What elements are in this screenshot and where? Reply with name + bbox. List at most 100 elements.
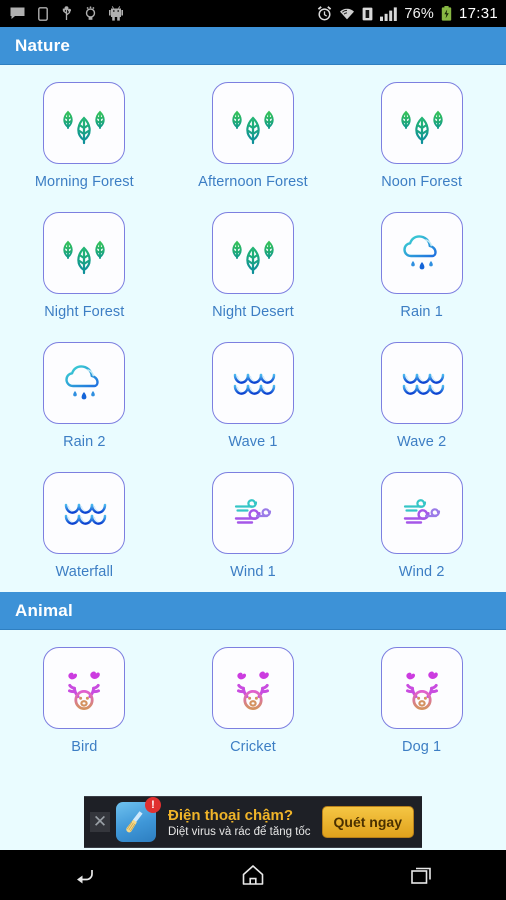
animal-grid: Bird Cricket Dog 1	[0, 630, 506, 760]
leaves-icon	[232, 240, 274, 275]
wind-swirl-icon	[234, 499, 272, 524]
leaves-icon	[63, 110, 106, 145]
waves-icon	[233, 373, 276, 395]
sound-card[interactable]	[43, 472, 126, 554]
grid-item-waterfall[interactable]: Waterfall	[0, 455, 169, 585]
ad-close-button[interactable]: ✕	[90, 812, 110, 832]
leaves-icon	[400, 110, 443, 145]
grid-item-rain-1[interactable]: Rain 1	[337, 195, 506, 325]
alarm-clock-icon	[318, 6, 332, 21]
waves-icon	[65, 503, 107, 525]
status-bar-right-icons: 76% 17:31	[317, 5, 498, 22]
grid-item-wind-1[interactable]: Wind 1	[169, 455, 338, 585]
waves-icon	[402, 373, 444, 395]
ad-cta-button[interactable]: Quét ngay	[321, 806, 414, 838]
grid-item-cricket[interactable]: Cricket	[169, 630, 338, 760]
grid-item-wave-1[interactable]: Wave 1	[169, 325, 338, 455]
grid-item-afternoon-forest[interactable]: Afternoon Forest	[169, 65, 338, 195]
ad-headline: Điện thoại chậm?	[168, 806, 294, 824]
grid-item-rain-2[interactable]: Rain 2	[0, 325, 169, 455]
item-label: Wave 2	[397, 434, 447, 450]
wifi-icon	[340, 8, 355, 20]
grid-item-dog-1[interactable]: Dog 1	[337, 630, 506, 760]
section-header-animal: Animal	[0, 592, 506, 630]
android-robot-icon	[109, 6, 123, 21]
item-label: Wave 1	[228, 434, 278, 450]
bulb-icon	[85, 6, 96, 20]
sound-card[interactable]	[43, 647, 126, 729]
sound-card[interactable]	[380, 212, 463, 294]
item-label: Bird	[71, 739, 98, 755]
back-button[interactable]	[54, 850, 114, 900]
grid-bottom-spacer	[0, 585, 506, 592]
item-label: Rain 1	[400, 304, 443, 320]
ad-text-block: Điện thoại chậm? Diệt virus và rác để tă…	[168, 807, 311, 838]
grid-item-wind-2[interactable]: Wind 2	[337, 455, 506, 585]
battery-charging-icon	[441, 6, 452, 21]
sim-signal-icon	[362, 7, 373, 20]
leaves-icon	[232, 110, 274, 145]
item-label: Night Desert	[212, 304, 294, 320]
deer-bird-icon	[236, 671, 269, 711]
item-label: Night Forest	[44, 304, 125, 320]
grid-item-bird[interactable]: Bird	[0, 630, 169, 760]
item-label: Afternoon Forest	[198, 174, 308, 190]
item-label: Rain 2	[63, 434, 106, 450]
message-icon	[10, 7, 25, 19]
home-icon	[242, 865, 264, 885]
item-label: Cricket	[230, 739, 276, 755]
sound-card[interactable]	[211, 212, 294, 294]
ad-icon-wrapper: !	[116, 797, 161, 842]
clock-label: 17:31	[458, 5, 498, 22]
sound-card[interactable]	[380, 472, 463, 554]
section-header-nature: Nature	[0, 27, 506, 65]
sim-card-icon	[38, 6, 48, 21]
sound-card[interactable]	[43, 82, 126, 164]
usb-icon	[62, 6, 71, 20]
app-screen: 76% 17:31 Nature Morning Forest Afternoo…	[0, 0, 506, 900]
item-label: Dog 1	[402, 739, 442, 755]
sound-card[interactable]	[43, 212, 126, 294]
rain-cloud-icon	[402, 235, 437, 270]
grid-item-night-desert[interactable]: Night Desert	[169, 195, 338, 325]
ad-subline: Diệt virus và rác để tăng tốc	[168, 825, 311, 838]
cellular-signal-icon	[380, 6, 398, 21]
grid-item-morning-forest[interactable]: Morning Forest	[0, 65, 169, 195]
item-label: Wind 1	[230, 564, 276, 580]
deer-bird-icon	[68, 671, 101, 711]
sound-card[interactable]	[43, 342, 126, 424]
leaves-icon	[63, 240, 106, 275]
item-label: Wind 2	[398, 564, 445, 580]
sound-card[interactable]	[211, 82, 294, 164]
section-title: Nature	[15, 35, 71, 55]
rain-cloud-icon	[65, 365, 100, 400]
recents-button[interactable]	[392, 850, 452, 900]
sound-card[interactable]	[211, 647, 294, 729]
grid-item-wave-2[interactable]: Wave 2	[337, 325, 506, 455]
sound-card[interactable]	[211, 342, 294, 424]
ad-banner-area: ✕ ! Điện thoại chậm? Diệt virus và rác đ…	[0, 794, 506, 850]
sound-card[interactable]	[380, 647, 463, 729]
deer-bird-icon	[405, 671, 438, 711]
broom-glyph	[126, 811, 143, 833]
status-bar: 76% 17:31	[0, 0, 506, 27]
android-nav-bar	[0, 850, 506, 900]
item-label: Waterfall	[55, 564, 114, 580]
wind-swirl-icon	[403, 499, 440, 524]
grid-item-noon-forest[interactable]: Noon Forest	[337, 65, 506, 195]
home-button[interactable]	[223, 850, 283, 900]
sound-card[interactable]	[380, 82, 463, 164]
item-label: Noon Forest	[381, 174, 463, 190]
ad-banner[interactable]: ✕ ! Điện thoại chậm? Diệt virus và rác đ…	[84, 796, 422, 848]
ad-alert-badge: !	[145, 797, 161, 813]
sound-card[interactable]	[380, 342, 463, 424]
section-title: Animal	[15, 600, 73, 620]
grid-item-night-forest[interactable]: Night Forest	[0, 195, 169, 325]
battery-percent-label: 76%	[404, 5, 434, 22]
back-arrow-icon	[77, 870, 94, 884]
sound-card[interactable]	[211, 472, 294, 554]
nature-grid: Morning Forest Afternoon Forest Noon For…	[0, 65, 506, 585]
status-bar-left-icons	[10, 6, 123, 21]
recents-icon	[410, 867, 431, 884]
item-label: Morning Forest	[34, 174, 134, 190]
